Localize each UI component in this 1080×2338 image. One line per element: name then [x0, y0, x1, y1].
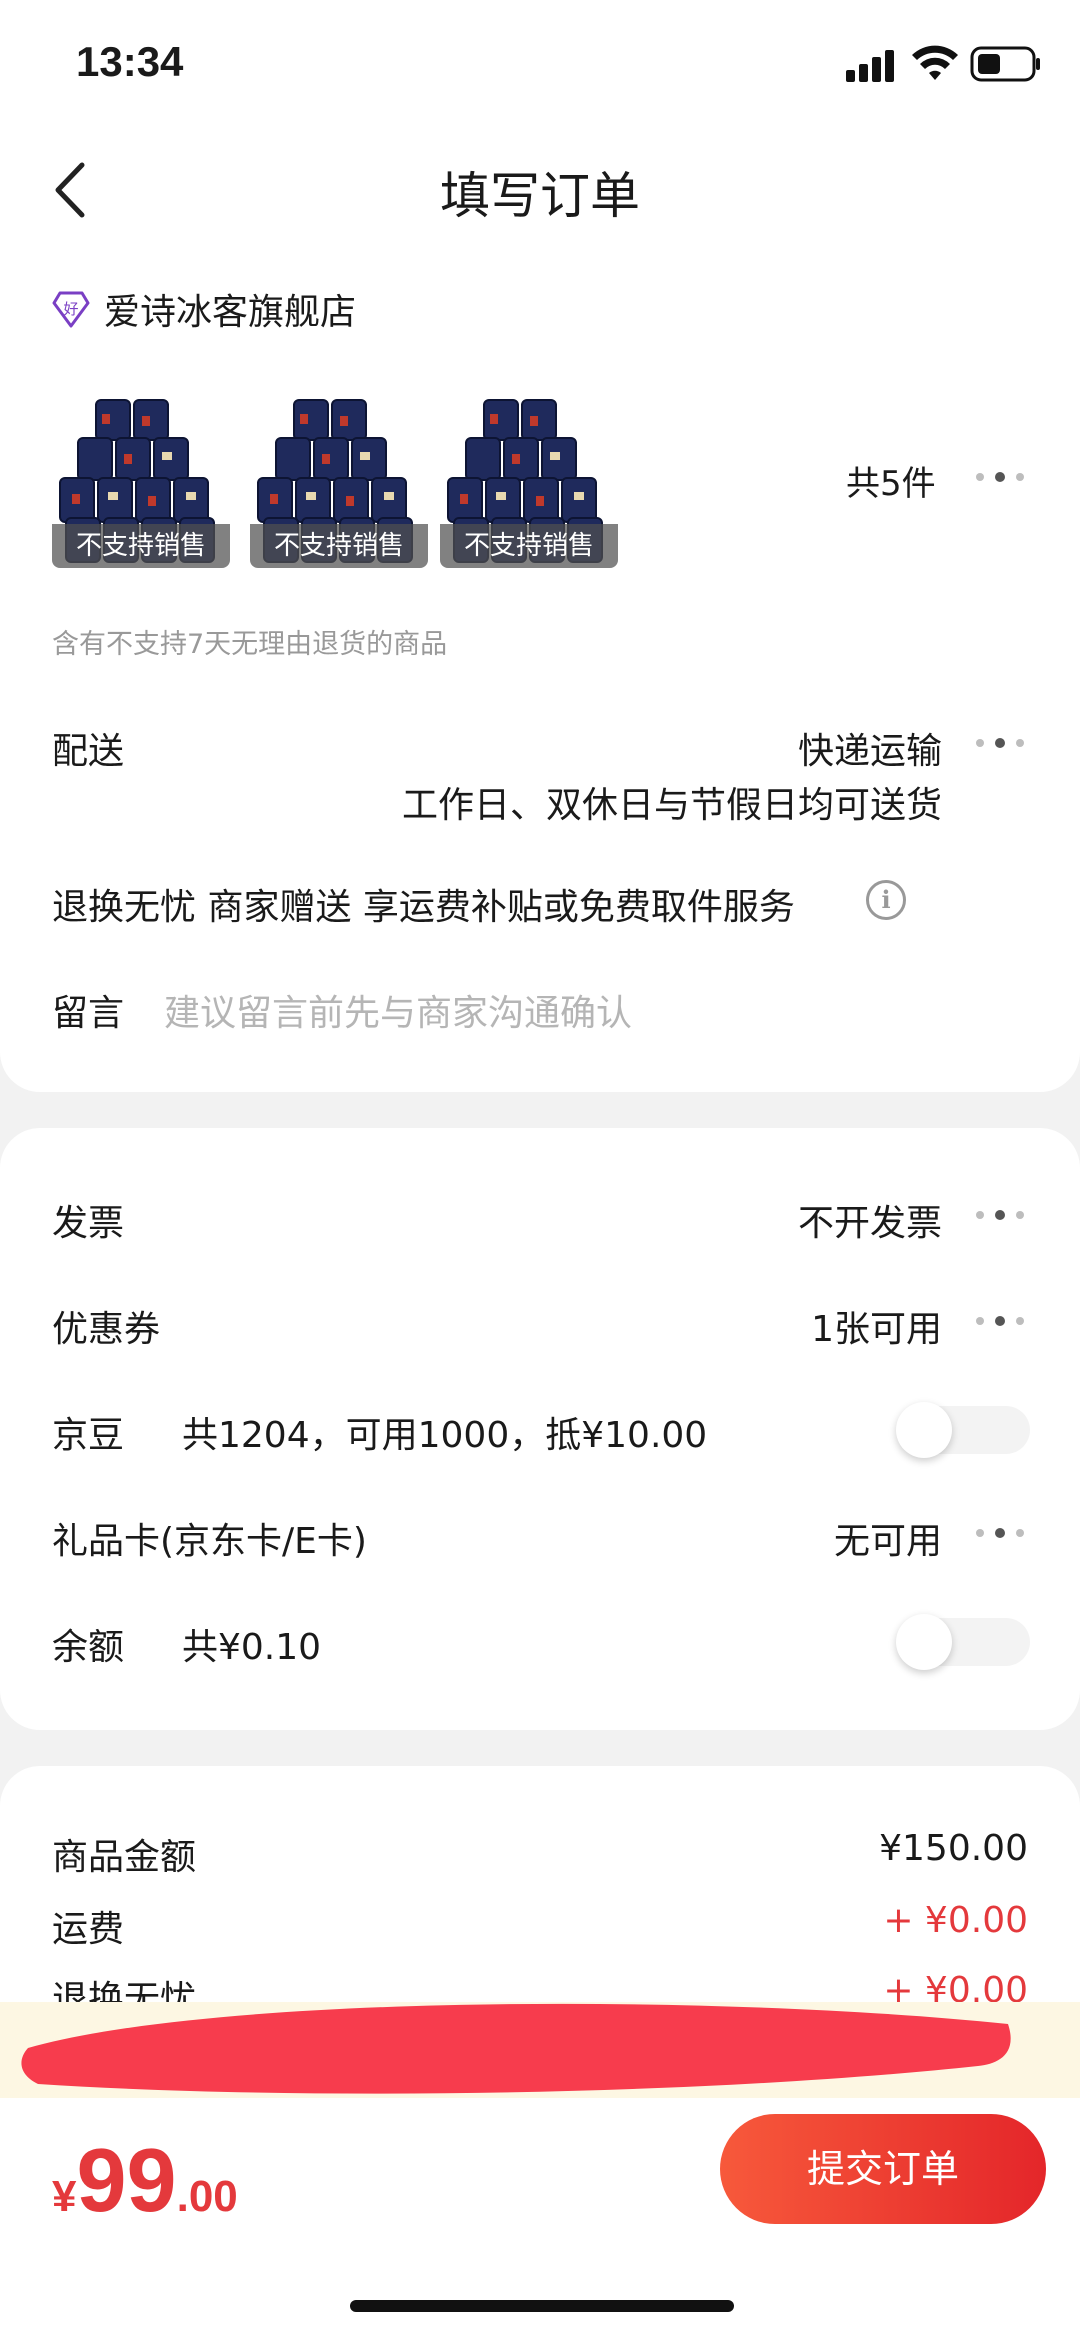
invoice-label: 发票	[52, 1203, 125, 1244]
product-thumbnail[interactable]: 不支持销售	[52, 392, 230, 568]
status-time: 13:34	[76, 38, 184, 85]
jingdou-toggle[interactable]	[896, 1402, 1030, 1458]
product-thumbnail[interactable]: 不支持销售	[250, 392, 428, 568]
order-items-card	[0, 130, 1080, 1092]
page-title: 填写订单	[440, 167, 640, 225]
battery-icon	[970, 46, 1040, 82]
product-tag: 不支持销售	[440, 524, 618, 568]
product-tag: 不支持销售	[52, 524, 230, 568]
giftcard-label: 礼品卡(京东卡/E卡)	[52, 1521, 367, 1562]
message-input[interactable]: 建议留言前先与商家沟通确认	[164, 984, 632, 1036]
goods-amount-label: 商品金额	[52, 1837, 197, 1878]
currency-symbol: ¥	[52, 2172, 77, 2221]
total-price: ¥99.00	[52, 2130, 238, 2233]
shipping-value: + ¥0.00	[883, 1900, 1028, 1941]
delivery-method[interactable]: 快递运输	[798, 722, 942, 774]
balance-desc: 共¥0.10	[182, 1627, 322, 1668]
invoice-value[interactable]: 不开发票	[798, 1194, 942, 1246]
delivery-note: 工作日、双休日与节假日均可送货	[401, 785, 942, 826]
more-dots-icon[interactable]	[976, 736, 1028, 750]
shop-badge-text: 好	[63, 300, 78, 318]
more-dots-icon[interactable]	[976, 1208, 1028, 1222]
coupon-label: 优惠券	[52, 1309, 161, 1350]
coupon-value[interactable]: 1张可用	[811, 1300, 942, 1352]
more-dots-icon[interactable]	[976, 470, 1028, 484]
returns-service-text: 退换无忧 商家赠送 享运费补贴或免费取件服务	[52, 887, 795, 928]
shop-row[interactable]: 好 爱诗冰客旗舰店	[52, 284, 356, 334]
shipping-label: 运费	[52, 1909, 125, 1950]
delivery-label: 配送	[52, 731, 125, 772]
giftcard-value[interactable]: 无可用	[834, 1512, 942, 1564]
product-thumbnail[interactable]: 不支持销售	[440, 392, 618, 568]
shop-badge-icon: 好	[52, 291, 90, 328]
message-label: 留言	[52, 993, 125, 1034]
more-dots-icon[interactable]	[976, 1526, 1028, 1540]
goods-amount-value: ¥150.00	[879, 1828, 1028, 1869]
total-decimal: .00	[176, 2172, 238, 2221]
jingdou-label: 京豆	[52, 1415, 125, 1456]
total-integer: 99	[76, 2131, 177, 2231]
return-policy-notice: 含有不支持7天无理由退货的商品	[52, 629, 448, 660]
wifi-icon	[912, 45, 958, 80]
item-count[interactable]: 共5件	[846, 456, 936, 505]
shop-name: 爱诗冰客旗舰店	[104, 292, 357, 333]
balance-toggle[interactable]	[896, 1614, 1030, 1670]
home-indicator[interactable]	[350, 2300, 734, 2312]
jingdou-desc: 共1204，可用1000，抵¥10.00	[182, 1415, 708, 1456]
cellular-signal-icon	[846, 48, 898, 82]
more-dots-icon[interactable]	[976, 1314, 1028, 1328]
product-tag: 不支持销售	[250, 524, 428, 568]
submit-order-button[interactable]: 提交订单	[720, 2114, 1046, 2224]
info-icon[interactable]: i	[866, 880, 906, 920]
balance-label: 余额	[52, 1627, 125, 1668]
redaction-scribble	[21, 2003, 1011, 2094]
